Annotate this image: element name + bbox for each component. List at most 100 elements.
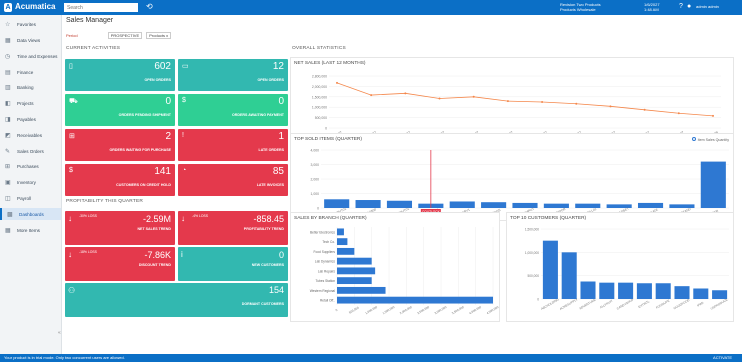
bar[interactable] (618, 282, 634, 299)
history-icon[interactable]: ⟲ (146, 2, 153, 11)
bar[interactable] (337, 296, 493, 304)
sidebar-item-banking[interactable]: ▥ Banking (0, 82, 61, 94)
activity-tile[interactable]: ! 1 LATE ORDERS (178, 129, 288, 161)
activity-tile[interactable]: $0 ORDERS AWAITING PAYMENT (178, 94, 288, 126)
sidebar-item-purchases[interactable]: ⊞ Purchases (0, 161, 61, 173)
logo[interactable]: A Acumatica (4, 2, 55, 12)
tile-value: 0 (165, 96, 171, 107)
user-avatar-icon[interactable]: ● (687, 3, 691, 10)
bar[interactable] (693, 288, 709, 300)
sidebar-item-inventory[interactable]: ▣ Inventory (0, 177, 61, 189)
business-date[interactable]: 1/6/2027 1:48 AM (644, 2, 660, 12)
user-name[interactable]: admin admin (696, 4, 719, 9)
bar[interactable] (700, 161, 726, 208)
x-tick-label: CANDYSHOP (616, 298, 634, 311)
bar[interactable] (449, 201, 475, 208)
activity-tile[interactable]: ◔ 85 LATE INVOICES (178, 164, 288, 196)
top-customers-chart: 1,500,0001,000,000500,0000 ABCHOLDING ACME… (525, 228, 729, 311)
top-customers-panel: TOP 10 CUSTOMERS (QUARTER) 1,500,000 1,00… (506, 212, 734, 322)
sidebar-item-more-items[interactable]: ▦ More Items (0, 224, 61, 236)
sidebar-item-projects[interactable]: ◧ Projects (0, 98, 61, 110)
x-tick-label: EXTINTL (638, 299, 651, 309)
arrow-down-icon: ↓ (68, 214, 72, 223)
search-input[interactable] (64, 3, 138, 12)
y-tick-label: Retail Off.. (320, 299, 335, 303)
sidebar-item-receivables[interactable]: ◩ Receivables (0, 129, 61, 141)
grid-icon: ▦ (5, 38, 11, 45)
sidebar-item-time-and-expenses[interactable]: ◷ Time and Expenses (0, 50, 61, 62)
activity-tile[interactable]: ⊞ 2 ORDERS WAITING FOR PURCHASE (65, 129, 175, 161)
bar[interactable] (337, 257, 372, 265)
sidebar-item-payables[interactable]: ◨ Payables (0, 114, 61, 126)
projects-icon: ◧ (5, 101, 11, 108)
activity-tile[interactable]: ▯ 602 OPEN ORDERS (65, 59, 175, 91)
sidebar-item-finance[interactable]: ▤ Finance (0, 66, 61, 78)
tile-label: ORDERS WAITING FOR PURCHASE (109, 148, 172, 152)
bar[interactable] (575, 203, 601, 208)
x-tick-label: IPAD (696, 300, 705, 307)
y-tick-label: Better Electronics (310, 230, 335, 234)
top-bar: AAcumatica ⟲ Revision Two Products Produ… (0, 0, 742, 15)
sidebar-item-label: Projects (17, 101, 34, 107)
sidebar-item-label: Data Views (17, 38, 41, 44)
sidebar-item-dashboards[interactable]: ▩ Dashboards (0, 208, 61, 221)
sidebar-item-label: More Items (17, 227, 40, 233)
bar[interactable] (599, 282, 615, 299)
sidebar-item-data-views[interactable]: ▦ Data Views (0, 35, 61, 47)
time-text: 1:48 AM (644, 7, 659, 12)
company-selector[interactable]: Revision Two Products Products Wholesale (560, 2, 601, 12)
sidebar-item-sales-orders[interactable]: ✎ Sales Orders (0, 145, 61, 157)
x-tick-label: 4,000,000 (468, 305, 482, 315)
y-tick-label: 1,000,000 (525, 251, 539, 255)
bar[interactable] (636, 283, 652, 299)
sidebar-item-label: Inventory (17, 180, 36, 186)
y-tick-label: 1,000,000 (312, 106, 327, 110)
profit-tile[interactable]: ↓ -4% LOSS -858.45 PROFITABILITY TREND (178, 211, 288, 245)
bar[interactable] (637, 202, 664, 208)
profit-tile[interactable]: ⚇ 154 DORMANT CUSTOMERS (65, 283, 288, 317)
bar[interactable] (337, 238, 348, 246)
filter-chip-prospective[interactable]: PROSPECTIVE (107, 32, 143, 39)
bar[interactable] (481, 202, 507, 208)
bar[interactable] (386, 200, 413, 208)
bar[interactable] (337, 277, 372, 285)
x-tick-label: 500,000 (348, 306, 360, 315)
bar[interactable] (543, 203, 569, 208)
bar[interactable] (580, 281, 596, 300)
sidebar-item-payroll[interactable]: ◫ Payroll (0, 193, 61, 205)
y-tick-label: Tubes Station (315, 279, 335, 283)
profit-tile[interactable]: ↓ -30% LOSS -2.59M NET SALES TREND (65, 211, 175, 245)
activity-tile[interactable]: $141 CUSTOMERS ON CREDIT HOLD (65, 164, 175, 196)
bar[interactable] (542, 240, 558, 299)
sales-by-branch-chart: 0 500,000 1,000,000 1,500,000 2,000,000 2,500… (310, 227, 500, 315)
profit-tile[interactable]: i 0 NEW CUSTOMERS (178, 247, 288, 281)
cart-icon: ⊞ (69, 133, 75, 140)
x-tick-label: 2,000,000 (399, 305, 413, 315)
collapse-sidebar-icon[interactable]: « (58, 330, 61, 336)
bar[interactable] (655, 283, 671, 299)
filter-chip-products[interactable]: Products x (146, 32, 172, 39)
sidebar-item-label: Sales Orders (17, 148, 44, 154)
bar[interactable] (337, 286, 386, 294)
x-tick-label: ACMESUPPLY (559, 297, 579, 311)
bar[interactable] (561, 252, 577, 299)
help-icon[interactable]: ? (679, 3, 683, 10)
sidebar-item-label: Payroll (17, 196, 32, 202)
bar[interactable] (674, 286, 690, 299)
y-tick-label: 0 (317, 207, 319, 211)
profit-tile[interactable]: ↓ -18% LOSS -7.86K DISCOUNT TREND (65, 247, 175, 281)
bar[interactable] (669, 204, 695, 208)
profit-tile-value: 0 (278, 250, 284, 260)
x-tick-label: 2,500,000 (416, 305, 430, 315)
activity-tile[interactable]: ⛟ 0 ORDERS PENDING SHIPMENT (65, 94, 175, 126)
bar[interactable] (337, 247, 355, 255)
bar[interactable] (355, 200, 381, 208)
bar[interactable] (324, 199, 350, 208)
payroll-icon: ◫ (5, 196, 11, 203)
activity-tile[interactable]: ▭ 12 OPEN ORDERS (178, 59, 288, 91)
activate-link[interactable]: ACTIVATE (713, 354, 732, 362)
sidebar-item-favorites[interactable]: ☆ Favorites (0, 19, 61, 31)
bar[interactable] (337, 228, 344, 236)
bar[interactable] (337, 267, 376, 275)
bar[interactable] (512, 202, 538, 208)
